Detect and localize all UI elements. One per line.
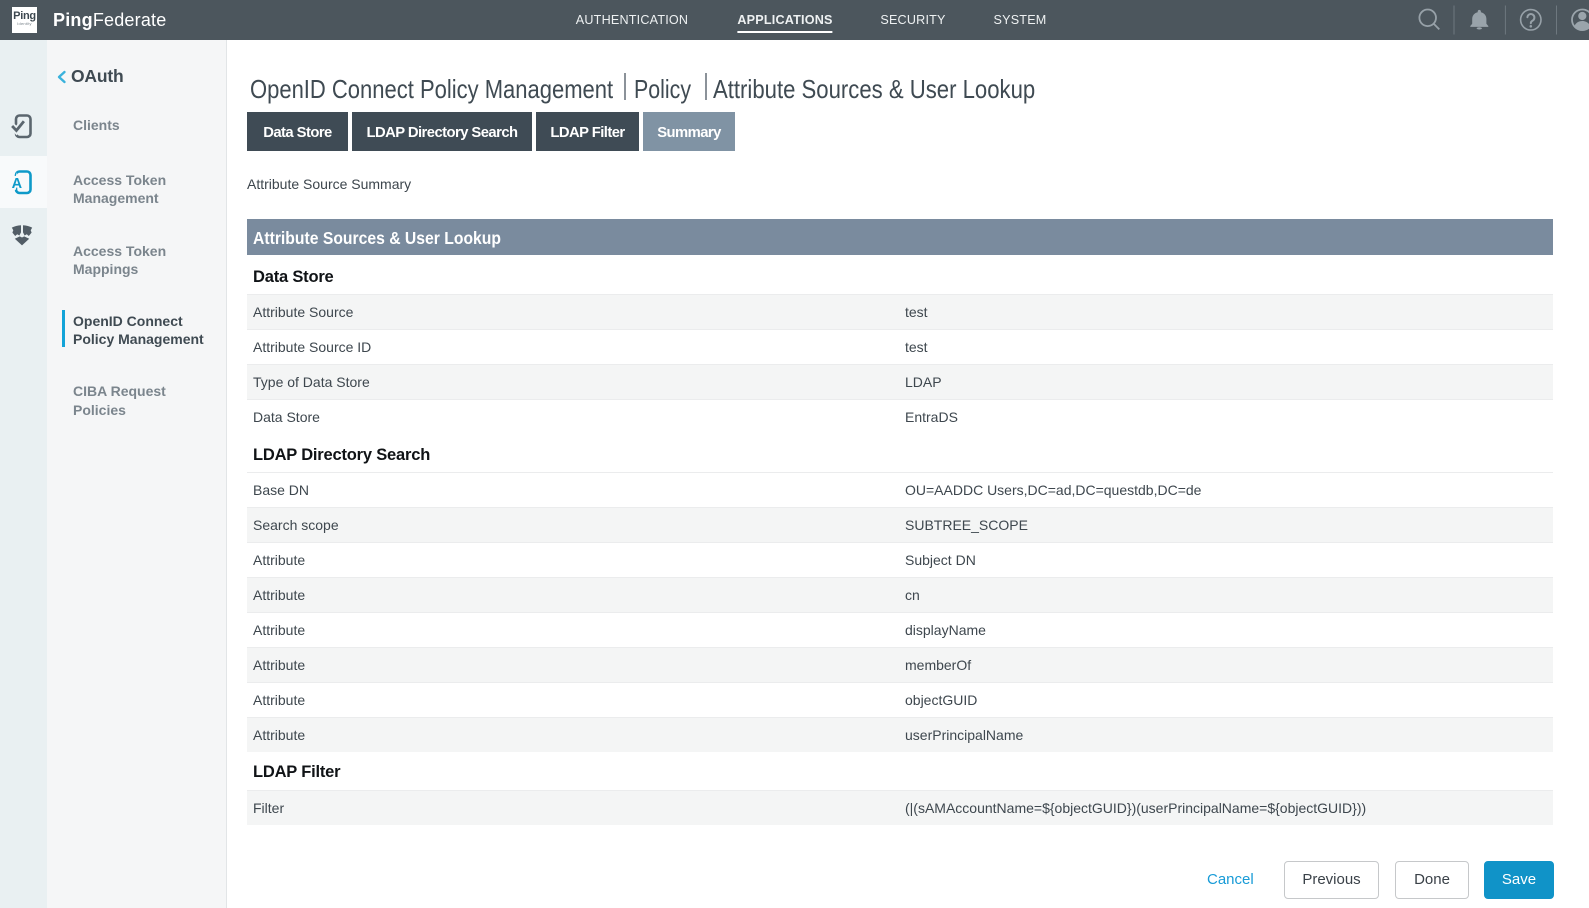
svg-text:A: A — [12, 176, 23, 192]
